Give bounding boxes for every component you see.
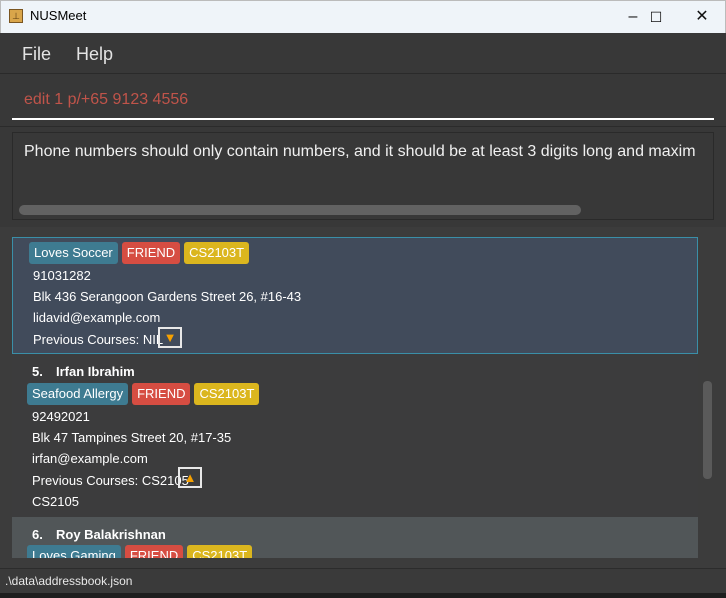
horizontal-scrollbar[interactable]: [19, 205, 581, 215]
email: lidavid@example.com: [33, 310, 161, 325]
result-text: Phone numbers should only contain number…: [24, 143, 696, 160]
tag: CS2103T: [194, 383, 260, 405]
person-card[interactable]: 5. Irfan Ibrahim Seafood Allergy FRIEND …: [12, 354, 698, 517]
course-item: CS2105: [32, 494, 79, 509]
email: irfan@example.com: [32, 451, 148, 466]
tag: FRIEND: [132, 383, 191, 405]
person-name: Irfan Ibrahim: [56, 364, 135, 379]
save-location: .\data\addressbook.json: [5, 574, 133, 588]
menu-file[interactable]: File: [22, 44, 51, 65]
tag: CS2103T: [187, 545, 253, 558]
person-card[interactable]: Loves Soccer FRIEND CS2103T 91031282 Blk…: [12, 237, 698, 354]
address: Blk 47 Tampines Street 20, #17-35: [32, 430, 232, 445]
tag: Seafood Allergy: [27, 383, 129, 405]
person-card[interactable]: 6. Roy Balakrishnan Loves Gaming FRIEND …: [12, 517, 698, 558]
person-index: 5.: [32, 364, 43, 379]
command-underline: [12, 118, 714, 120]
phone: 91031282: [33, 268, 91, 283]
previous-courses: Previous Courses: NIL: [33, 332, 164, 347]
vertical-scrollbar[interactable]: [703, 381, 712, 479]
expand-toggle-icon[interactable]: ▼: [158, 327, 182, 348]
window-title: NUSMeet: [30, 8, 87, 23]
previous-courses: Previous Courses: CS2105: [32, 473, 189, 488]
collapse-toggle-icon[interactable]: ▲: [178, 467, 202, 488]
close-button[interactable]: ✕: [679, 4, 725, 30]
tag: FRIEND: [121, 242, 181, 264]
menu-help[interactable]: Help: [76, 44, 113, 65]
tag: CS2103T: [184, 242, 250, 264]
tag: Loves Soccer: [29, 242, 118, 264]
tag: FRIEND: [124, 545, 184, 558]
phone: 92492021: [32, 409, 90, 424]
address: Blk 436 Serangoon Gardens Street 26, #16…: [33, 289, 302, 304]
command-input[interactable]: edit 1 p/+65 9123 4556: [24, 91, 188, 109]
person-list: Loves Soccer FRIEND CS2103T 91031282 Blk…: [0, 227, 726, 568]
maximize-button[interactable]: ☐: [633, 4, 679, 30]
tag: Loves Gaming: [27, 545, 121, 558]
app-icon: ⊥: [9, 9, 23, 23]
person-name: Roy Balakrishnan: [56, 527, 166, 542]
person-index: 6.: [32, 527, 43, 542]
